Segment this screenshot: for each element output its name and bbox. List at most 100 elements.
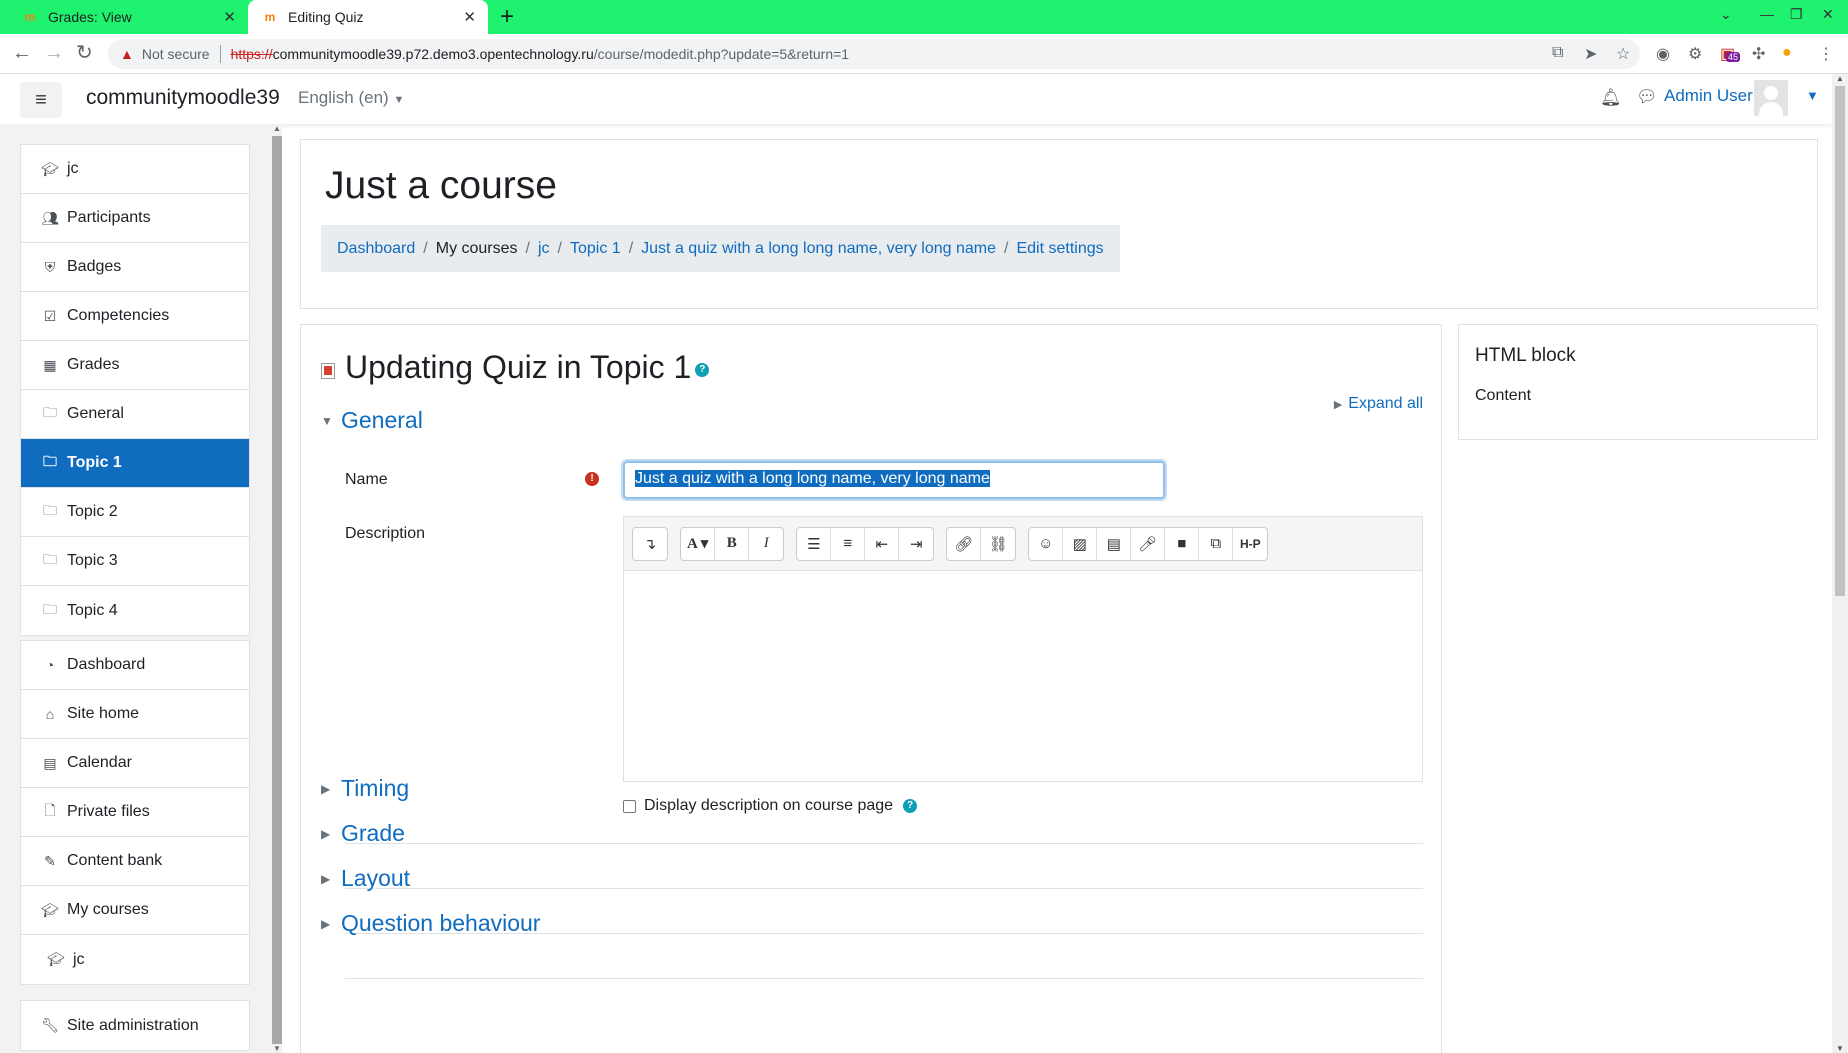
sidebar-item-topic-1[interactable]: 🗀 Topic 1 [21,439,249,488]
security-status[interactable]: Not secure [142,46,210,62]
expand-all-link[interactable]: ▶ Expand all [1334,395,1423,413]
manage-files-icon[interactable]: ⧉ [1199,527,1234,560]
sidebar-item-jc[interactable]: 🎓︎ jc [21,935,249,984]
italic-icon[interactable]: I [749,528,783,560]
record-video-icon[interactable]: ■ [1165,527,1200,560]
user-menu-name[interactable]: Admin User [1664,86,1753,106]
section-grade-toggle[interactable]: ▶ Grade [321,820,405,847]
browser-tab-grades[interactable]: m Grades: View ✕ [8,0,248,34]
folder-icon: 🗀 [43,453,57,469]
image-icon[interactable]: ▨ [1063,527,1098,560]
sidebar-item-label: Topic 1 [67,454,122,471]
bookmark-star-icon[interactable]: ☆ [1616,44,1630,64]
send-icon[interactable]: ➤ [1584,44,1597,64]
breadcrumb-course[interactable]: jc [538,240,550,258]
sidebar-item-competencies[interactable]: ☑ Competencies [21,292,249,341]
browser-tab-editing-quiz[interactable]: m Editing Quiz ✕ [248,0,488,34]
section-question-behaviour-toggle[interactable]: ▶ Question behaviour [321,910,540,937]
link-icon[interactable]: 🔗︎ [947,527,982,560]
puzzle-extensions-icon[interactable]: ✣ [1752,44,1765,64]
sidebar-item-my-courses[interactable]: 🎓︎ My courses [21,886,249,935]
indent-icon[interactable]: ⇥ [899,528,933,560]
help-icon[interactable]: ? [695,362,710,377]
sidebar-item-topic-3[interactable]: 🗀 Topic 3 [21,537,249,586]
sidebar-item-private-files[interactable]: 🗋 Private files [21,788,249,837]
back-icon[interactable]: ← [12,42,32,64]
outdent-icon[interactable]: ⇤ [865,527,900,560]
sidebar-item-general[interactable]: 🗀 General [21,390,249,439]
display-description-row: Display description on course page ? [623,797,918,815]
section-layout-toggle[interactable]: ▶ Layout [321,865,410,892]
name-field[interactable]: Just a quiz with a long long name, very … [623,461,1165,499]
unordered-list-icon[interactable]: ☰ [797,527,832,560]
breadcrumb-topic[interactable]: Topic 1 [570,240,621,258]
language-menu[interactable]: English (en) ▼ [298,88,404,108]
minimize-icon[interactable]: — [1760,6,1774,22]
breadcrumb-separator: / [423,239,428,257]
unlink-icon[interactable]: ⛓ [981,528,1015,560]
section-divider [345,843,1423,844]
close-window-icon[interactable]: ✕ [1822,6,1834,23]
settings-gear-icon[interactable]: ⚙ [1688,44,1702,64]
new-tab-button[interactable]: + [500,4,514,30]
sidebar-item-label: Content bank [67,852,163,869]
drawer-scrollbar[interactable]: ▲ ▼ [272,124,282,1053]
browser-toolbar: ← → ↻ ▲ Not secure https:// communitymoo… [0,34,1848,74]
sidebar-item-label: Grades [67,356,120,373]
home-icon: ⌂ [45,706,55,722]
browser-menu-icon[interactable]: ⋮ [1818,44,1834,64]
table-icon: ▦ [43,356,57,373]
translate-icon[interactable]: ⧉ [1552,44,1563,62]
sidebar-item-grades[interactable]: ▦ Grades [21,341,249,390]
sidebar-item-topic-4[interactable]: 🗀 Topic 4 [21,586,249,635]
page-header: Just a course Dashboard / My courses / j… [300,139,1818,309]
paragraph-style-icon[interactable]: A ▾ [681,527,716,560]
sidebar-item-participants[interactable]: 👥︎ Participants [21,194,249,243]
display-description-label[interactable]: Display description on course page [644,797,893,815]
tab-search-icon[interactable]: ⌄ [1720,6,1732,23]
user-menu-chevron-icon[interactable]: ▼ [1806,88,1819,103]
emoji-icon[interactable]: ☺ [1029,527,1064,560]
sidebar-item-badges[interactable]: ⛨ Badges [21,243,249,292]
sidebar-item-content-bank[interactable]: ✎ Content bank [21,837,249,886]
section-timing-toggle[interactable]: ▶ Timing [321,775,409,802]
breadcrumb-edit-settings[interactable]: Edit settings [1016,240,1103,258]
reload-icon[interactable]: ↻ [76,42,93,64]
extension-badge: 45 [1726,52,1741,62]
ordered-list-icon[interactable]: ≡ [831,527,866,560]
moodle-favicon-icon: m [24,10,36,24]
avatar[interactable] [1754,80,1788,116]
description-textarea[interactable] [624,571,1422,781]
profile-avatar-icon[interactable]: ● [1782,44,1792,62]
site-name-link[interactable]: communitymoodle39 [86,86,280,110]
breadcrumb-quiz[interactable]: Just a quiz with a long long name, very … [641,240,996,258]
extension-icon[interactable]: ▣45 [1720,44,1741,64]
record-audio-icon[interactable]: 🎤︎ [1131,527,1166,560]
caret-right-icon: ▶ [321,871,331,886]
breadcrumb-dashboard[interactable]: Dashboard [337,240,415,258]
sidebar-item-dashboard[interactable]: ◔ Dashboard [21,641,249,690]
toolbar-toggle-icon[interactable]: ↴ [633,528,667,560]
maximize-icon[interactable]: ❐ [1790,6,1803,23]
sidebar-item-label: My courses [67,901,149,918]
screenshot-icon[interactable]: ◉ [1656,44,1670,64]
close-tab-icon[interactable]: ✕ [223,8,236,26]
media-icon[interactable]: ▤ [1097,527,1132,560]
bold-icon[interactable]: B [715,527,750,560]
section-general-toggle[interactable]: ▼ General [321,407,423,434]
help-icon[interactable]: ? [903,799,918,813]
drawer-toggle-button[interactable]: ≡ [20,82,62,118]
sidebar-item-jc[interactable]: 🎓︎ jc [21,145,249,194]
forward-icon[interactable]: → [44,42,64,64]
display-description-checkbox[interactable] [623,799,636,813]
page-scrollbar[interactable]: ▲ ▼ [1832,74,1848,1053]
close-tab-icon[interactable]: ✕ [463,8,476,26]
address-bar[interactable]: ▲ Not secure https:// communitymoodle39.… [108,39,1640,69]
h5p-icon[interactable]: H-P [1233,528,1267,560]
sidebar-item-site-administration[interactable]: 🔧︎ Site administration [21,1001,249,1050]
notifications-bell-icon[interactable]: 🔔︎ [1600,88,1622,108]
sidebar-item-site-home[interactable]: ⌂ Site home [21,690,249,739]
messages-chat-icon[interactable]: 💬︎ [1636,87,1658,107]
sidebar-item-calendar[interactable]: ▤ Calendar [21,739,249,788]
sidebar-item-topic-2[interactable]: 🗀 Topic 2 [21,488,249,537]
